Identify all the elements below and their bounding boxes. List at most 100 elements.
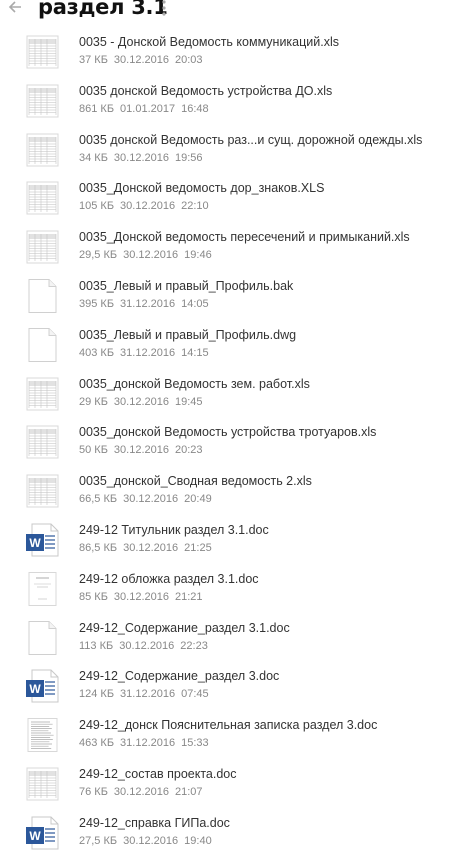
file-thumbnail: [26, 181, 59, 215]
file-date: 30.12.2016: [123, 541, 179, 554]
file-meta: 29 КБ 30.12.2016 19:45: [79, 396, 209, 408]
spreadsheet-preview-icon: [26, 425, 59, 459]
file-thumbnail: [26, 571, 59, 606]
file-time: 21:25: [184, 541, 212, 554]
file-meta: 124 КБ 31.12.2016 07:45: [79, 688, 215, 700]
file-meta: 27,5 КБ 30.12.2016 19:40: [79, 835, 218, 847]
file-time: 19:56: [174, 151, 203, 164]
file-date: 30.12.2016: [113, 395, 169, 408]
file-time: 22:10: [181, 200, 209, 213]
file-size: 86,5 КБ: [79, 541, 118, 554]
file-thumbnail: [26, 327, 59, 362]
file-row[interactable]: W 249-12 Титульник раздел 3.1.doc 86,5 К…: [0, 519, 457, 568]
file-row[interactable]: 249-12_Содержание_раздел 3.1.doc 113 КБ 3…: [0, 617, 457, 666]
file-row[interactable]: 249-12_состав проекта.doc 76 КБ 30.12.201…: [0, 763, 457, 812]
file-time: 21:21: [174, 590, 203, 603]
file-time: 20:49: [184, 493, 212, 506]
file-thumbnail: [26, 425, 59, 459]
file-date: 30.12.2016: [123, 249, 179, 262]
file-name: 249-12_справка ГИПа.doc: [79, 815, 230, 830]
more-options-icon[interactable]: [158, 0, 170, 18]
file-time: 14:15: [181, 346, 209, 359]
file-size: 27,5 КБ: [79, 834, 118, 847]
spreadsheet-preview-icon: [26, 133, 59, 167]
file-thumbnail: W: [26, 669, 59, 703]
file-time: 19:46: [184, 249, 212, 262]
file-thumbnail: [26, 377, 59, 411]
word-doc-icon: W: [26, 523, 59, 557]
file-date: 31.12.2016: [120, 737, 176, 750]
file-date: 31.12.2016: [120, 346, 176, 359]
file-name: 0035 - Донской Ведомость коммуникаций.xl…: [79, 35, 340, 49]
file-name: 249-12_донск Пояснительная записка разде…: [79, 718, 378, 733]
document-preview-icon: [27, 718, 58, 753]
file-row[interactable]: 0035_Левый и правый_Профиль.dwg 403 КБ 31…: [0, 324, 457, 373]
file-row[interactable]: 0035_Левый и правый_Профиль.bak 395 КБ 31…: [0, 275, 457, 324]
file-date: 30.12.2016: [113, 444, 169, 457]
file-row[interactable]: 0035_Донской ведомость дор_знаков.XLS 10…: [0, 177, 457, 226]
file-meta: 50 КБ 30.12.2016 20:23: [79, 444, 209, 456]
file-date: 31.12.2016: [120, 688, 176, 701]
back-arrow-icon[interactable]: [6, 0, 26, 17]
file-name: 0035_Левый и правый_Профиль.bak: [79, 278, 294, 293]
file-meta: 34 КБ 30.12.2016 19:56: [79, 152, 209, 164]
file-time: 22:23: [180, 639, 208, 652]
spreadsheet-preview-icon: [26, 230, 59, 264]
file-meta: 113 КБ 30.12.2016 22:23: [79, 640, 214, 652]
file-thumbnail: [26, 133, 59, 167]
file-date: 01.01.2017: [120, 102, 176, 115]
file-name: 249-12_Содержание_раздел 3.1.doc: [79, 620, 290, 635]
file-name: 249-12_Содержание_раздел 3.doc: [79, 669, 280, 684]
spreadsheet-preview-icon: [26, 84, 59, 118]
file-row[interactable]: W 249-12_справка ГИПа.doc 27,5 КБ 30.12.2…: [0, 812, 457, 861]
file-size: 124 КБ: [79, 688, 115, 701]
file-row[interactable]: 0035 донской Ведомость устройства ДО.xls…: [0, 80, 457, 129]
file-thumbnail: [26, 278, 59, 313]
file-row[interactable]: 0035_донской_Сводная ведомость 2.xls 66,…: [0, 470, 457, 519]
file-meta: 66,5 КБ 30.12.2016 20:49: [79, 493, 218, 505]
file-meta: 403 КБ 31.12.2016 14:15: [79, 347, 215, 359]
file-row[interactable]: 249-12_донск Пояснительная записка разде…: [0, 714, 457, 763]
file-date: 30.12.2016: [123, 493, 179, 506]
svg-text:W: W: [29, 829, 41, 843]
file-row[interactable]: 0035 - Донской Ведомость коммуникаций.xl…: [0, 31, 457, 80]
file-meta: 29,5 КБ 30.12.2016 19:46: [79, 249, 218, 261]
file-name: 249-12 Титульник раздел 3.1.doc: [79, 522, 269, 537]
blank-file-icon: [28, 327, 57, 362]
file-row[interactable]: 0035 донской Ведомость раз...и сущ. доро…: [0, 129, 457, 178]
file-date: 30.12.2016: [120, 200, 176, 213]
file-row[interactable]: W 249-12_Содержание_раздел 3.doc 124 КБ 3…: [0, 665, 457, 714]
file-name: 249-12 обложка раздел 3.1.doc: [79, 571, 259, 586]
spreadsheet-preview-icon: [26, 767, 59, 801]
blank-file-icon: [28, 278, 57, 313]
file-size: 34 КБ: [79, 151, 108, 164]
file-thumbnail: [26, 767, 59, 801]
blank-file-icon: [28, 620, 57, 655]
file-time: 19:40: [184, 834, 212, 847]
file-meta: 463 КБ 31.12.2016 15:33: [79, 737, 215, 749]
file-date: 30.12.2016: [113, 785, 169, 798]
spreadsheet-preview-icon: [26, 181, 59, 215]
file-meta: 37 КБ 30.12.2016 20:03: [79, 54, 209, 66]
file-meta: 85 КБ 30.12.2016 21:21: [79, 591, 209, 603]
file-thumbnail: [26, 230, 59, 264]
file-name: 0035_донской Ведомость устройства тротуа…: [79, 425, 377, 440]
file-row[interactable]: 0035_Донской ведомость пересечений и при…: [0, 226, 457, 275]
file-row[interactable]: 249-12 обложка раздел 3.1.doc 85 КБ 30.12…: [0, 568, 457, 617]
file-size: 105 КБ: [79, 200, 115, 213]
file-name: 0035_Донской ведомость дор_знаков.XLS: [79, 181, 325, 196]
spreadsheet-preview-icon: [26, 377, 59, 411]
document-preview-icon: [28, 571, 57, 606]
file-row[interactable]: 0035_донской Ведомость зем. работ.xls 29…: [0, 373, 457, 422]
file-thumbnail: W: [26, 816, 59, 850]
spreadsheet-preview-icon: [26, 474, 59, 508]
svg-text:W: W: [29, 536, 41, 550]
file-name: 0035_Донской ведомость пересечений и при…: [79, 230, 410, 245]
file-date: 30.12.2016: [113, 151, 169, 164]
top-bar: раздел 3.1: [0, 0, 457, 22]
file-meta: 395 КБ 31.12.2016 14:05: [79, 298, 215, 310]
file-date: 30.12.2016: [113, 54, 169, 66]
file-row[interactable]: 0035_донской Ведомость устройства тротуа…: [0, 421, 457, 470]
file-date: 30.12.2016: [123, 834, 179, 847]
file-size: 395 КБ: [79, 297, 115, 310]
